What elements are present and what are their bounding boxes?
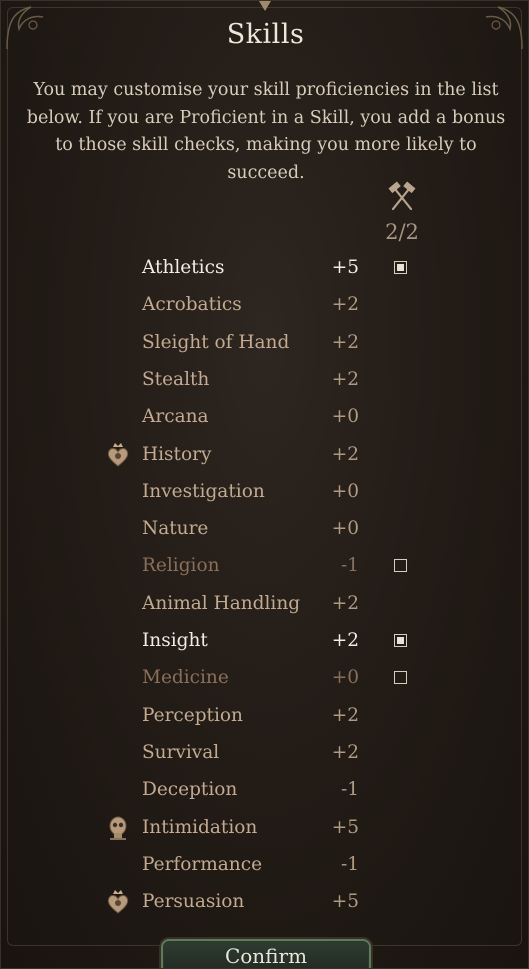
- proficiency-counter: 2/2: [385, 220, 419, 244]
- skill-row[interactable]: Investigation +0: [1, 473, 528, 510]
- skills-dialog: Skills You may customise your skill prof…: [0, 0, 529, 969]
- skill-bonus: +2: [331, 368, 359, 390]
- dialog-description: You may customise your skill proficienci…: [26, 80, 506, 183]
- skill-name: History: [142, 443, 212, 465]
- top-ornament: [259, 1, 271, 11]
- skill-bonus: +0: [331, 518, 359, 540]
- skill-row[interactable]: Intimidation +5: [1, 809, 528, 846]
- confirm-label: Confirm: [224, 944, 308, 968]
- skill-row[interactable]: Religion -1: [1, 547, 528, 584]
- skill-row[interactable]: Perception +2: [1, 697, 528, 734]
- skill-bonus: +0: [331, 667, 359, 689]
- skill-bonus: +2: [331, 741, 359, 763]
- skill-name: Arcana: [142, 406, 209, 428]
- skill-row[interactable]: Survival +2: [1, 734, 528, 771]
- skill-row[interactable]: History +2: [1, 436, 528, 473]
- skill-name: Investigation: [142, 480, 265, 502]
- skill-name: Perception: [142, 704, 243, 726]
- skill-row[interactable]: Arcana +0: [1, 398, 528, 435]
- skill-name: Performance: [142, 853, 263, 875]
- skill-row[interactable]: Stealth +2: [1, 361, 528, 398]
- skill-bonus: +2: [331, 331, 359, 353]
- skill-row[interactable]: Performance -1: [1, 846, 528, 883]
- skill-row[interactable]: Sleight of Hand +2: [1, 324, 528, 361]
- skill-row[interactable]: Athletics +5: [1, 249, 528, 286]
- skill-row[interactable]: Nature +0: [1, 510, 528, 547]
- proficiency-checkbox[interactable]: [394, 261, 407, 274]
- skill-name: Nature: [142, 518, 209, 540]
- skill-bonus: +5: [331, 891, 359, 913]
- heart-crown-icon: [105, 441, 131, 469]
- skill-bonus: +0: [331, 406, 359, 428]
- skill-bonus: -1: [340, 779, 359, 801]
- skill-bonus: +2: [331, 592, 359, 614]
- skill-row[interactable]: Persuasion +5: [1, 883, 528, 920]
- skill-row[interactable]: Insight +2: [1, 622, 528, 659]
- skill-bonus: +2: [331, 294, 359, 316]
- skill-bonus: -1: [340, 853, 359, 875]
- skill-row[interactable]: Deception -1: [1, 771, 528, 808]
- skill-name: Animal Handling: [142, 592, 301, 614]
- skill-name: Deception: [142, 779, 238, 801]
- skill-bonus: +2: [331, 443, 359, 465]
- skill-row[interactable]: Medicine +0: [1, 659, 528, 696]
- skill-name: Acrobatics: [142, 294, 242, 316]
- confirm-button[interactable]: Confirm: [161, 939, 371, 968]
- skull-emblem-icon: [105, 814, 131, 842]
- skill-name: Intimidation: [142, 816, 258, 838]
- proficiency-checkbox[interactable]: [394, 671, 407, 685]
- skill-name: Stealth: [142, 368, 210, 390]
- skill-bonus: +2: [331, 704, 359, 726]
- skill-name: Religion: [142, 555, 220, 577]
- skill-bonus: -1: [340, 555, 359, 577]
- heart-crown-icon: [105, 888, 131, 916]
- skill-row[interactable]: Animal Handling +2: [1, 585, 528, 622]
- skill-name: Survival: [142, 741, 220, 763]
- skill-name: Insight: [142, 630, 208, 651]
- dialog-title: Skills: [226, 19, 305, 50]
- skill-bonus: +5: [331, 816, 359, 838]
- skill-bonus: +0: [331, 480, 359, 502]
- skill-bonus: +2: [331, 630, 359, 651]
- skill-row[interactable]: Acrobatics +2: [1, 286, 528, 323]
- skill-bonus: +5: [331, 257, 359, 278]
- skill-name: Medicine: [142, 667, 229, 689]
- crossed-hammers-icon: [388, 181, 416, 211]
- skill-name: Persuasion: [142, 891, 245, 913]
- proficiency-checkbox[interactable]: [394, 634, 407, 647]
- skill-name: Athletics: [142, 257, 225, 278]
- skill-name: Sleight of Hand: [142, 331, 290, 353]
- proficiency-checkbox[interactable]: [394, 559, 407, 573]
